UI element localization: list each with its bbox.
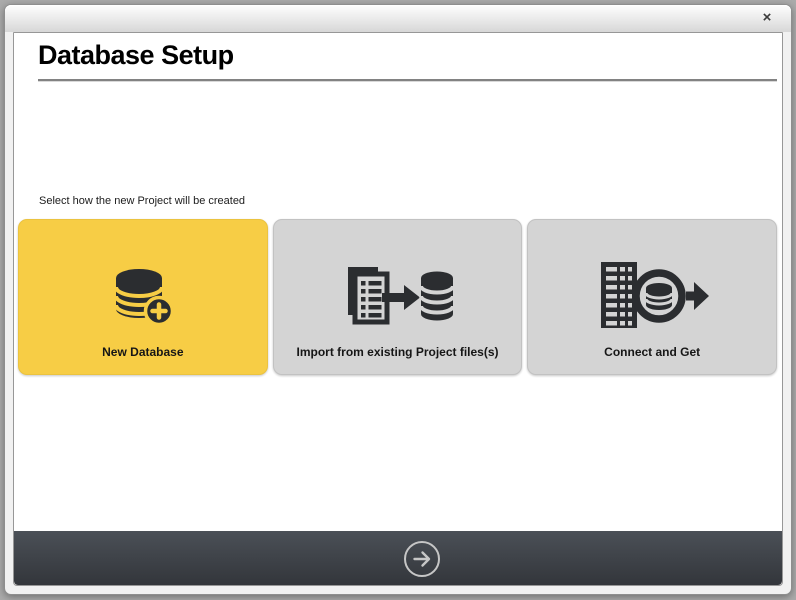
next-button[interactable]: [402, 539, 442, 579]
desktop-background: × Database Setup Select how the new Proj…: [0, 0, 796, 600]
option-card-new-database[interactable]: New Database: [18, 219, 268, 375]
database-setup-window: × Database Setup Select how the new Proj…: [4, 4, 792, 595]
database-add-icon: [19, 258, 267, 334]
option-card-row: New Database: [18, 219, 777, 375]
footer-bar: [14, 531, 782, 585]
page-title: Database Setup: [38, 40, 234, 71]
title-divider: [38, 79, 777, 81]
close-button[interactable]: ×: [755, 6, 779, 30]
arrow-right-circle-icon: [402, 567, 442, 582]
option-card-import-existing[interactable]: Import from existing Project files(s): [273, 219, 523, 375]
instruction-text: Select how the new Project will be creat…: [39, 195, 245, 207]
option-card-connect-and-get[interactable]: Connect and Get: [527, 219, 777, 375]
option-label: New Database: [19, 345, 267, 359]
option-label: Connect and Get: [528, 345, 776, 359]
server-database-export-icon: [528, 258, 776, 334]
option-label: Import from existing Project files(s): [274, 345, 522, 359]
dialog-content: Database Setup Select how the new Projec…: [13, 32, 783, 586]
document-to-database-icon: [274, 258, 522, 334]
window-titlebar: ×: [5, 5, 791, 32]
close-icon: ×: [763, 9, 772, 26]
